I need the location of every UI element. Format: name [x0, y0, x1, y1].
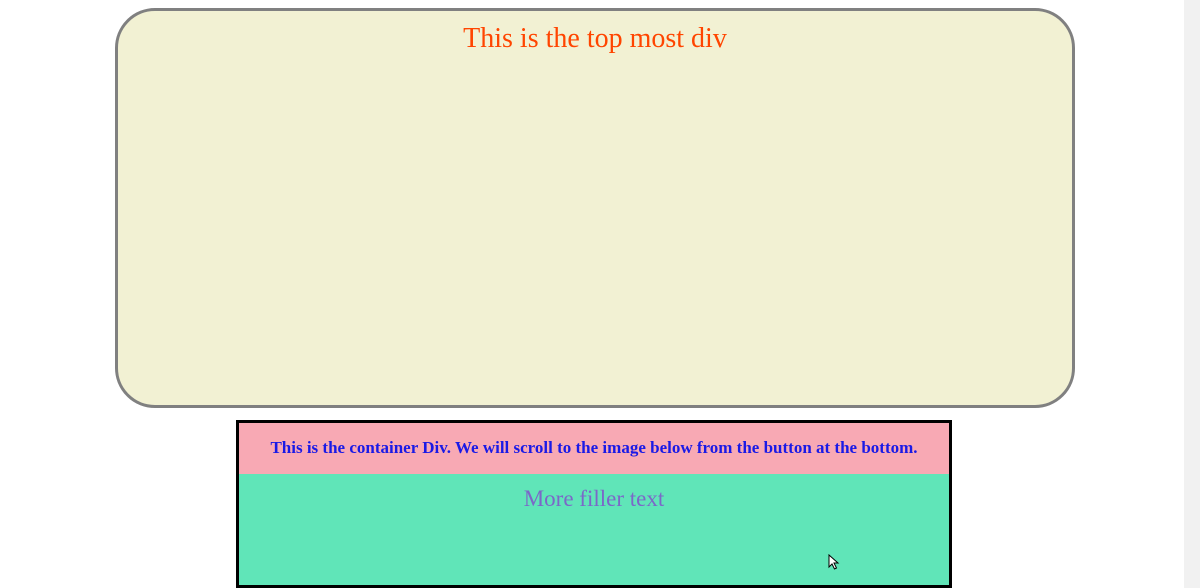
- top-div-heading: This is the top most div: [118, 23, 1072, 55]
- filler-div: More filler text: [239, 474, 949, 588]
- container-header: This is the container Div. We will scrol…: [239, 423, 949, 474]
- top-div: This is the top most div: [115, 8, 1075, 408]
- page-scrollbar[interactable]: [1184, 0, 1200, 588]
- filler-text: More filler text: [239, 486, 949, 512]
- container-div[interactable]: This is the container Div. We will scrol…: [236, 420, 952, 588]
- container-header-text: This is the container Div. We will scrol…: [263, 437, 925, 460]
